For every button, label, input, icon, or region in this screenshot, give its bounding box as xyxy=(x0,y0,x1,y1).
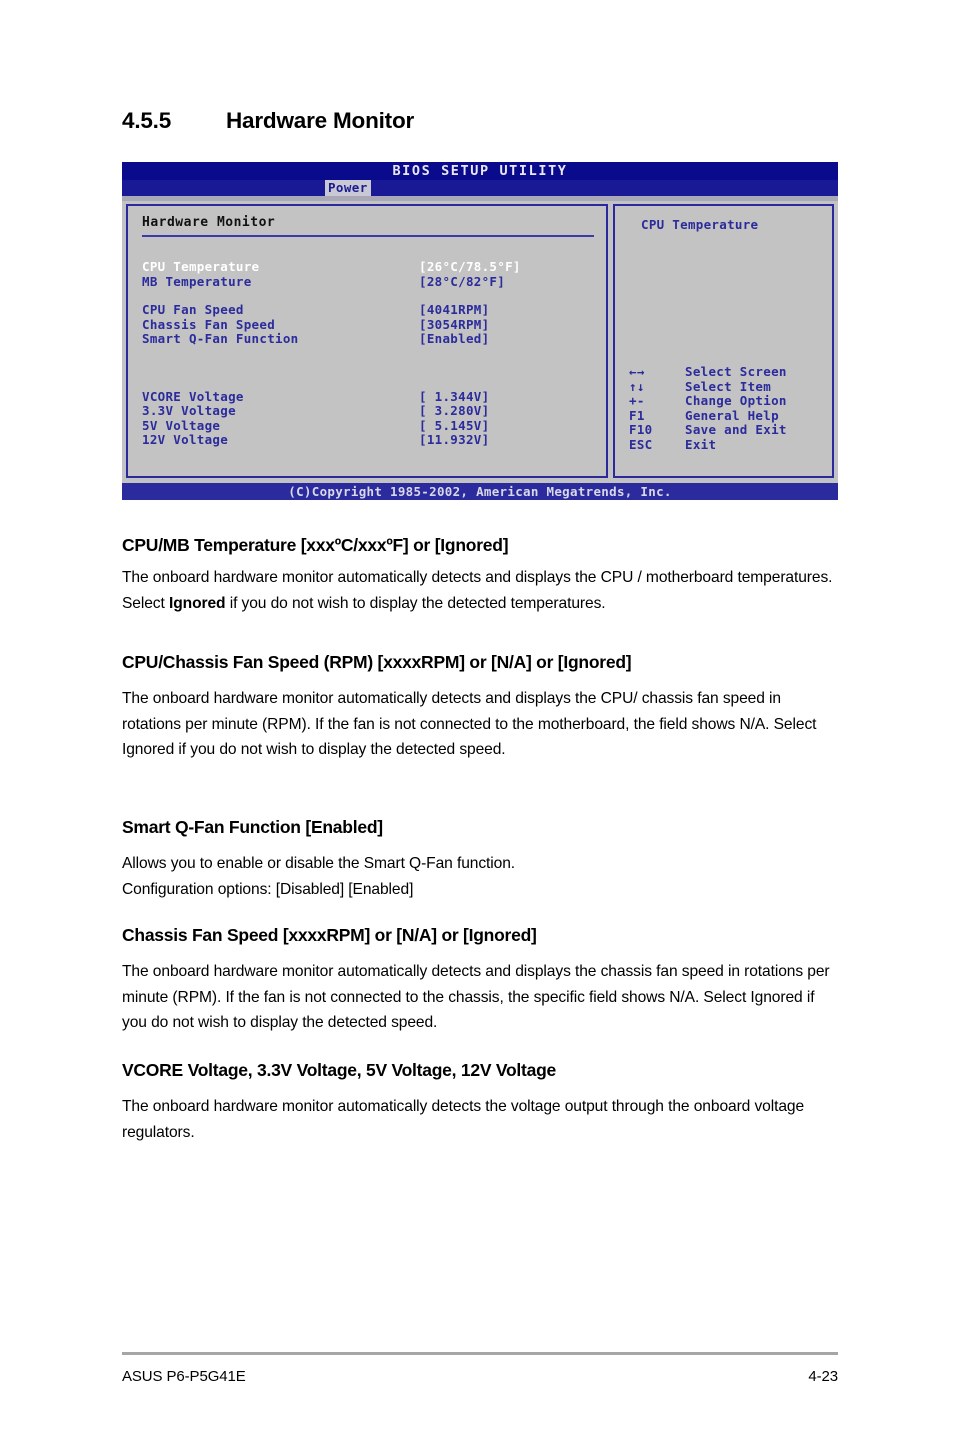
row-value: [26°C/78.5°F] xyxy=(419,259,521,274)
row-value: [4041RPM] xyxy=(419,302,490,317)
subsection-body: The onboard hardware monitor automatical… xyxy=(122,963,830,1031)
row-value: [3054RPM] xyxy=(419,316,490,332)
section-cpu-mb-temperature: CPU/MB Temperature [xxxºC/xxxºF] or [Ign… xyxy=(122,534,842,616)
subsection-title: CPU/Chassis Fan Speed (RPM) [xxxxRPM] or… xyxy=(122,652,632,672)
subsection-title: Smart Q-Fan Function [Enabled] xyxy=(122,817,383,837)
section-chassis-fan-speed: Chassis Fan Speed [xxxxRPM] or [N/A] or … xyxy=(122,924,842,1036)
row-value: [11.932V] xyxy=(419,432,490,447)
bios-screenshot-edge xyxy=(838,168,844,506)
left-right-arrow-icon: ←→ xyxy=(629,364,645,379)
subsection-title: CPU/MB Temperature [xxxºC/xxxºF] or [Ign… xyxy=(122,535,509,555)
subsection-body: The onboard hardware monitor automatical… xyxy=(122,1098,805,1141)
row-5v-voltage[interactable]: 5V Voltage [ 5.145V] xyxy=(142,417,596,434)
row-label: VCORE Voltage xyxy=(142,388,244,404)
section-smart-q-fan-function: Smart Q-Fan Function [Enabled] Allows yo… xyxy=(122,816,842,902)
subsection-body: The onboard hardware monitor automatical… xyxy=(122,565,842,616)
row-vcore-voltage[interactable]: VCORE Voltage [ 1.344V] xyxy=(142,388,596,405)
esc-key-icon: ESC xyxy=(629,436,653,452)
body-text-emphasis: Ignored xyxy=(168,594,226,612)
key-legend-label: Exit xyxy=(685,436,717,452)
key-legend-change-option: +- Change Option xyxy=(629,393,826,409)
bios-setup-screenshot: BIOS SETUP UTILITY Power Hardware Monito… xyxy=(122,162,838,500)
key-legend-label: Change Option xyxy=(685,393,787,408)
row-12v-voltage[interactable]: 12V Voltage [11.932V] xyxy=(142,432,596,448)
subsection-body-line1: Allows you to enable or disable the Smar… xyxy=(122,855,516,872)
row-label: 12V Voltage xyxy=(142,432,229,447)
subsection-body: The onboard hardware monitor automatical… xyxy=(122,690,817,758)
bios-menu-tabbar: Power xyxy=(122,180,838,196)
footer-page-number: 4-23 xyxy=(808,1368,838,1385)
key-legend-save-and-exit: F10 Save and Exit xyxy=(629,422,826,438)
bios-titlebar: BIOS SETUP UTILITY xyxy=(122,162,838,180)
key-legend-label: Select Screen xyxy=(685,364,787,379)
row-label: Chassis Fan Speed xyxy=(142,316,276,332)
bios-copyright-bar: (C)Copyright 1985-2002, American Megatre… xyxy=(122,483,838,500)
footer-divider xyxy=(122,1352,838,1355)
plus-minus-icon: +- xyxy=(629,393,645,408)
bios-help-pane: CPU Temperature ←→ Select Screen ↑↓ Sele… xyxy=(613,204,834,478)
row-label: CPU Fan Speed xyxy=(142,302,244,317)
body-text-post: if you do not wish to display the detect… xyxy=(225,594,606,612)
key-legend-label: General Help xyxy=(685,407,779,423)
row-cpu-fan-speed[interactable]: CPU Fan Speed [4041RPM] xyxy=(142,302,596,318)
row-smart-q-fan-function[interactable]: Smart Q-Fan Function [Enabled] xyxy=(142,331,596,347)
key-legend-label: Select Item xyxy=(685,378,772,394)
row-value: [ 3.280V] xyxy=(419,403,490,418)
row-label: 3.3V Voltage xyxy=(142,403,236,418)
section-voltages: VCORE Voltage, 3.3V Voltage, 5V Voltage,… xyxy=(122,1059,842,1145)
bios-settings-pane: Hardware Monitor CPU Temperature [26°C/7… xyxy=(126,204,608,478)
section-cpu-chassis-fan-speed: CPU/Chassis Fan Speed (RPM) [xxxxRPM] or… xyxy=(122,651,842,763)
row-3v3-voltage[interactable]: 3.3V Voltage [ 3.280V] xyxy=(142,403,596,419)
bios-body: Hardware Monitor CPU Temperature [26°C/7… xyxy=(122,201,838,478)
key-legend-select-screen: ←→ Select Screen xyxy=(629,364,826,380)
key-legend-label: Save and Exit xyxy=(685,422,787,437)
key-legend-general-help: F1 General Help xyxy=(629,407,826,424)
subsection-title: VCORE Voltage, 3.3V Voltage, 5V Voltage,… xyxy=(122,1060,557,1080)
footer-product-name: ASUS P6-P5G41E xyxy=(122,1368,246,1385)
bios-window-title: BIOS SETUP UTILITY xyxy=(392,163,568,179)
row-mb-temperature[interactable]: MB Temperature [28°C/82°F] xyxy=(142,273,596,290)
row-cpu-temperature[interactable]: CPU Temperature [26°C/78.5°F] xyxy=(142,259,596,275)
row-value: [Enabled] xyxy=(419,331,490,346)
row-value: [ 5.145V] xyxy=(419,417,490,433)
hardware-monitor-items: CPU Temperature [26°C/78.5°F] MB Tempera… xyxy=(142,259,596,448)
section-title: Hardware Monitor xyxy=(226,108,415,133)
row-spacer xyxy=(142,289,596,303)
page-title: 4.5.5 Hardware Monitor xyxy=(122,108,414,134)
row-label: CPU Temperature xyxy=(142,259,260,274)
subsection-title: Chassis Fan Speed [xxxxRPM] or [N/A] or … xyxy=(122,925,537,945)
tab-power[interactable]: Power xyxy=(325,180,371,196)
subsection-body-line2: Configuration options: [Disabled] [Enabl… xyxy=(122,880,414,898)
f10-key-icon: F10 xyxy=(629,422,653,437)
f1-key-icon: F1 xyxy=(629,407,645,423)
bios-key-legend: ←→ Select Screen ↑↓ Select Item +- Chang… xyxy=(629,364,826,453)
up-down-arrow-icon: ↑↓ xyxy=(629,378,645,394)
row-label: Smart Q-Fan Function xyxy=(142,331,299,346)
row-value: [ 1.344V] xyxy=(419,388,490,404)
row-chassis-fan-speed[interactable]: Chassis Fan Speed [3054RPM] xyxy=(142,316,596,333)
row-label: MB Temperature xyxy=(142,273,252,289)
row-value: [28°C/82°F] xyxy=(419,273,506,289)
key-legend-select-item: ↑↓ Select Item xyxy=(629,378,826,395)
row-label: 5V Voltage xyxy=(142,417,221,433)
section-number: 4.5.5 xyxy=(122,108,172,133)
key-legend-exit: ESC Exit xyxy=(629,436,826,453)
row-spacer xyxy=(142,347,596,390)
help-title: CPU Temperature xyxy=(641,217,759,232)
hardware-monitor-heading: Hardware Monitor xyxy=(142,215,594,237)
